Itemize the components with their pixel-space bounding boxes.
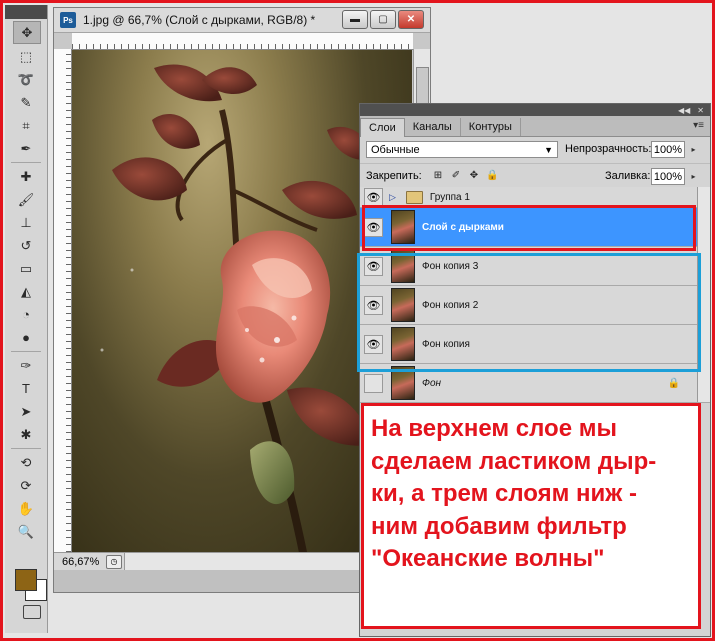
- zoom-tool-icon[interactable]: 🔍: [13, 521, 39, 542]
- panel-header-bar[interactable]: ◀◀ ✕: [360, 104, 710, 116]
- pen-tool-icon[interactable]: ✑: [13, 355, 39, 376]
- opacity-field[interactable]: 100%: [651, 141, 685, 158]
- eyedropper-tool-icon[interactable]: ✒: [13, 138, 39, 159]
- lock-position-icon[interactable]: ✥: [468, 170, 480, 182]
- tab-channels[interactable]: Каналы: [405, 118, 461, 136]
- vertical-ruler[interactable]: [54, 49, 72, 552]
- lock-pixels-icon[interactable]: ✐: [450, 170, 462, 182]
- lock-options: ⊞ ✐ ✥ 🔒: [432, 170, 499, 182]
- brush-tool-icon[interactable]: 🖌: [13, 189, 39, 210]
- tab-paths[interactable]: Контуры: [461, 118, 521, 136]
- blend-mode-value: Обычные: [371, 143, 420, 156]
- path-selection-tool-icon[interactable]: ➤: [13, 401, 39, 422]
- clone-stamp-tool-icon[interactable]: ⊥: [13, 212, 39, 233]
- expand-arrow-icon[interactable]: ▷: [389, 192, 396, 203]
- opacity-slider-arrow-icon[interactable]: ▸: [688, 144, 699, 155]
- panel-tabs: Слои Каналы Контуры ▾≡: [360, 116, 710, 137]
- blend-row: Обычные ▼ Непрозрачность: 100% ▸: [360, 137, 710, 164]
- shape-tool-icon[interactable]: ✱: [13, 424, 39, 445]
- lasso-tool-icon[interactable]: ➰: [13, 69, 39, 90]
- eye-icon[interactable]: 👁: [364, 373, 383, 393]
- minimize-button[interactable]: ▬: [342, 10, 368, 29]
- paint-bucket-tool-icon[interactable]: ◭: [13, 281, 39, 302]
- type-tool-icon[interactable]: T: [13, 378, 39, 399]
- eraser-tool-icon[interactable]: ▭: [13, 258, 39, 279]
- tab-layers[interactable]: Слои: [360, 118, 405, 137]
- 3d-orbit-tool-icon[interactable]: ⟳: [13, 475, 39, 496]
- document-title: 1.jpg @ 66,7% (Слой с дырками, RGB/8) *: [83, 13, 316, 27]
- horizontal-ruler[interactable]: [72, 33, 413, 50]
- tool-separator: [11, 351, 41, 352]
- healing-brush-tool-icon[interactable]: ✚: [13, 166, 39, 187]
- maximize-button[interactable]: ▢: [370, 10, 396, 29]
- quick-selection-tool-icon[interactable]: ✎: [13, 92, 39, 113]
- fill-field[interactable]: 100%: [651, 168, 685, 185]
- annotation-text: На верхнем слое мы сделаем ластиком дыр-…: [371, 415, 657, 572]
- fill-label: Заливка:: [605, 170, 651, 182]
- layer-name: Группа 1: [429, 191, 470, 203]
- document-title-bar[interactable]: Ps 1.jpg @ 66,7% (Слой с дырками, RGB/8)…: [54, 8, 430, 33]
- tool-separator: [11, 448, 41, 449]
- layer-name: Фон: [422, 377, 442, 389]
- tool-separator: [11, 162, 41, 163]
- lock-transparency-icon[interactable]: ⊞: [432, 170, 444, 182]
- panel-close-icon[interactable]: ✕: [697, 106, 704, 115]
- chevron-down-icon: ▼: [544, 145, 553, 155]
- tool-panel: ✥ ⬚ ➰ ✎ ⌗ ✒ ✚ 🖌 ⊥ ↺ ▭ ◭ ◔ ● ✑ T ➤ ✱ ⟲ ⟳ …: [5, 5, 48, 633]
- zoom-level[interactable]: 66,67%: [62, 556, 106, 568]
- history-brush-tool-icon[interactable]: ↺: [13, 235, 39, 256]
- annotation-note: На верхнем слое мы сделаем ластиком дыр-…: [361, 403, 701, 629]
- panel-menu-icon[interactable]: ▾≡: [693, 120, 704, 131]
- copy-layers-highlight: [357, 253, 701, 372]
- quick-mask-icon[interactable]: [23, 605, 41, 619]
- lock-label: Закрепить:: [366, 170, 422, 182]
- crop-tool-icon[interactable]: ⌗: [13, 115, 39, 136]
- close-button[interactable]: ✕: [398, 10, 424, 29]
- eye-icon[interactable]: 👁: [364, 187, 383, 207]
- blend-mode-select[interactable]: Обычные ▼: [366, 141, 558, 158]
- photoshop-icon: Ps: [60, 12, 76, 28]
- tool-panel-grip[interactable]: [5, 5, 47, 19]
- marquee-tool-icon[interactable]: ⬚: [13, 46, 39, 67]
- foreground-color-swatch[interactable]: [15, 569, 37, 591]
- collapse-icon[interactable]: ◀◀: [678, 106, 690, 115]
- window-controls: ▬ ▢ ✕: [342, 10, 424, 29]
- blur-tool-icon[interactable]: ◔: [13, 304, 39, 325]
- screenshot-frame: ✥ ⬚ ➰ ✎ ⌗ ✒ ✚ 🖌 ⊥ ↺ ▭ ◭ ◔ ● ✑ T ➤ ✱ ⟲ ⟳ …: [0, 0, 715, 641]
- fill-slider-arrow-icon[interactable]: ▸: [688, 171, 699, 182]
- folder-icon: [405, 190, 423, 204]
- lock-all-icon[interactable]: 🔒: [486, 170, 498, 182]
- dodge-tool-icon[interactable]: ●: [13, 327, 39, 348]
- lock-icon: 🔒: [667, 377, 680, 389]
- hand-tool-icon[interactable]: ✋: [13, 498, 39, 519]
- 3d-rotate-tool-icon[interactable]: ⟲: [13, 452, 39, 473]
- status-info-icon[interactable]: ◷: [106, 554, 122, 569]
- selected-layer-highlight: [362, 205, 696, 251]
- opacity-label: Непрозрачность:: [565, 143, 652, 155]
- move-tool-icon[interactable]: ✥: [13, 21, 41, 44]
